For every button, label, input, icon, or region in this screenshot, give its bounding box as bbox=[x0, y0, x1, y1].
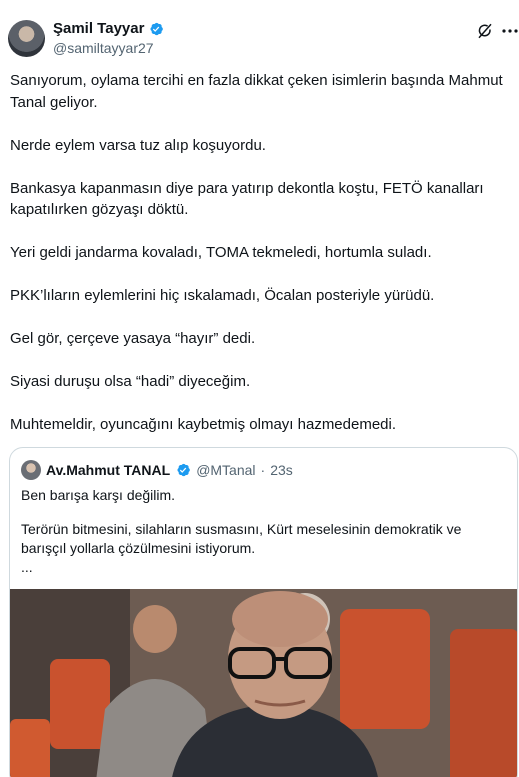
verified-badge-icon bbox=[177, 463, 191, 477]
tweet-paragraph: Muhtemeldir, oyuncağını kaybetmiş olmayı… bbox=[10, 416, 397, 433]
quoted-tweet-text: Ben barışa karşı değilim. Terörün bitmes… bbox=[21, 486, 506, 592]
tweet-paragraph: Gel gör, çerçeve yasaya “hayır” dedi. bbox=[10, 330, 256, 347]
tweet-paragraph: PKK’lıların eylemlerini hiç ıskalamadı, … bbox=[10, 287, 435, 304]
tweet-paragraph: Yeri geldi jandarma kovaladı, TOMA tekme… bbox=[10, 244, 432, 261]
quoted-paragraph: Ben barışa karşı değilim. bbox=[21, 487, 176, 503]
separator-dot: · bbox=[260, 462, 266, 478]
quoted-author-avatar[interactable] bbox=[21, 460, 41, 480]
parliament-photo bbox=[10, 589, 517, 777]
tweet-paragraph: Sanıyorum, oylama tercihi en fazla dikka… bbox=[10, 72, 503, 111]
quoted-timestamp[interactable]: 23s bbox=[270, 462, 293, 478]
author-name-row: Şamil Tayyar bbox=[53, 20, 164, 37]
tweet-paragraph: Siyasi duruşu olsa “hadi” diyeceğim. bbox=[10, 373, 251, 390]
tweet-paragraph: Bankasya kapanmasın diye para yatırıp de… bbox=[10, 179, 484, 219]
author-avatar[interactable] bbox=[8, 20, 45, 57]
quoted-tweet[interactable]: Av.Mahmut TANAL @MTanal · 23s Ben barışa… bbox=[9, 447, 518, 777]
tweet-text: Sanıyorum, oylama tercihi en fazla dikka… bbox=[10, 70, 510, 457]
quoted-tweet-header: Av.Mahmut TANAL @MTanal · 23s bbox=[21, 460, 293, 480]
more-icon[interactable] bbox=[502, 28, 518, 34]
quoted-ellipsis: ... bbox=[21, 559, 33, 575]
tweet-paragraph: Nerde eylem varsa tuz alıp koşuyordu. bbox=[10, 136, 266, 154]
quoted-author-handle[interactable]: @MTanal bbox=[196, 462, 255, 478]
quoted-paragraph: Terörün bitmesini, silahların susmasını,… bbox=[21, 521, 462, 556]
author-display-name[interactable]: Şamil Tayyar bbox=[53, 20, 144, 37]
verified-badge-icon bbox=[150, 22, 164, 35]
tweet-header: Şamil Tayyar @samiltayyar27 bbox=[8, 18, 518, 60]
quoted-author-name[interactable]: Av.Mahmut TANAL bbox=[46, 462, 170, 478]
grok-icon[interactable] bbox=[476, 22, 494, 40]
quoted-photo[interactable] bbox=[10, 589, 517, 777]
author-handle[interactable]: @samiltayyar27 bbox=[53, 40, 154, 56]
